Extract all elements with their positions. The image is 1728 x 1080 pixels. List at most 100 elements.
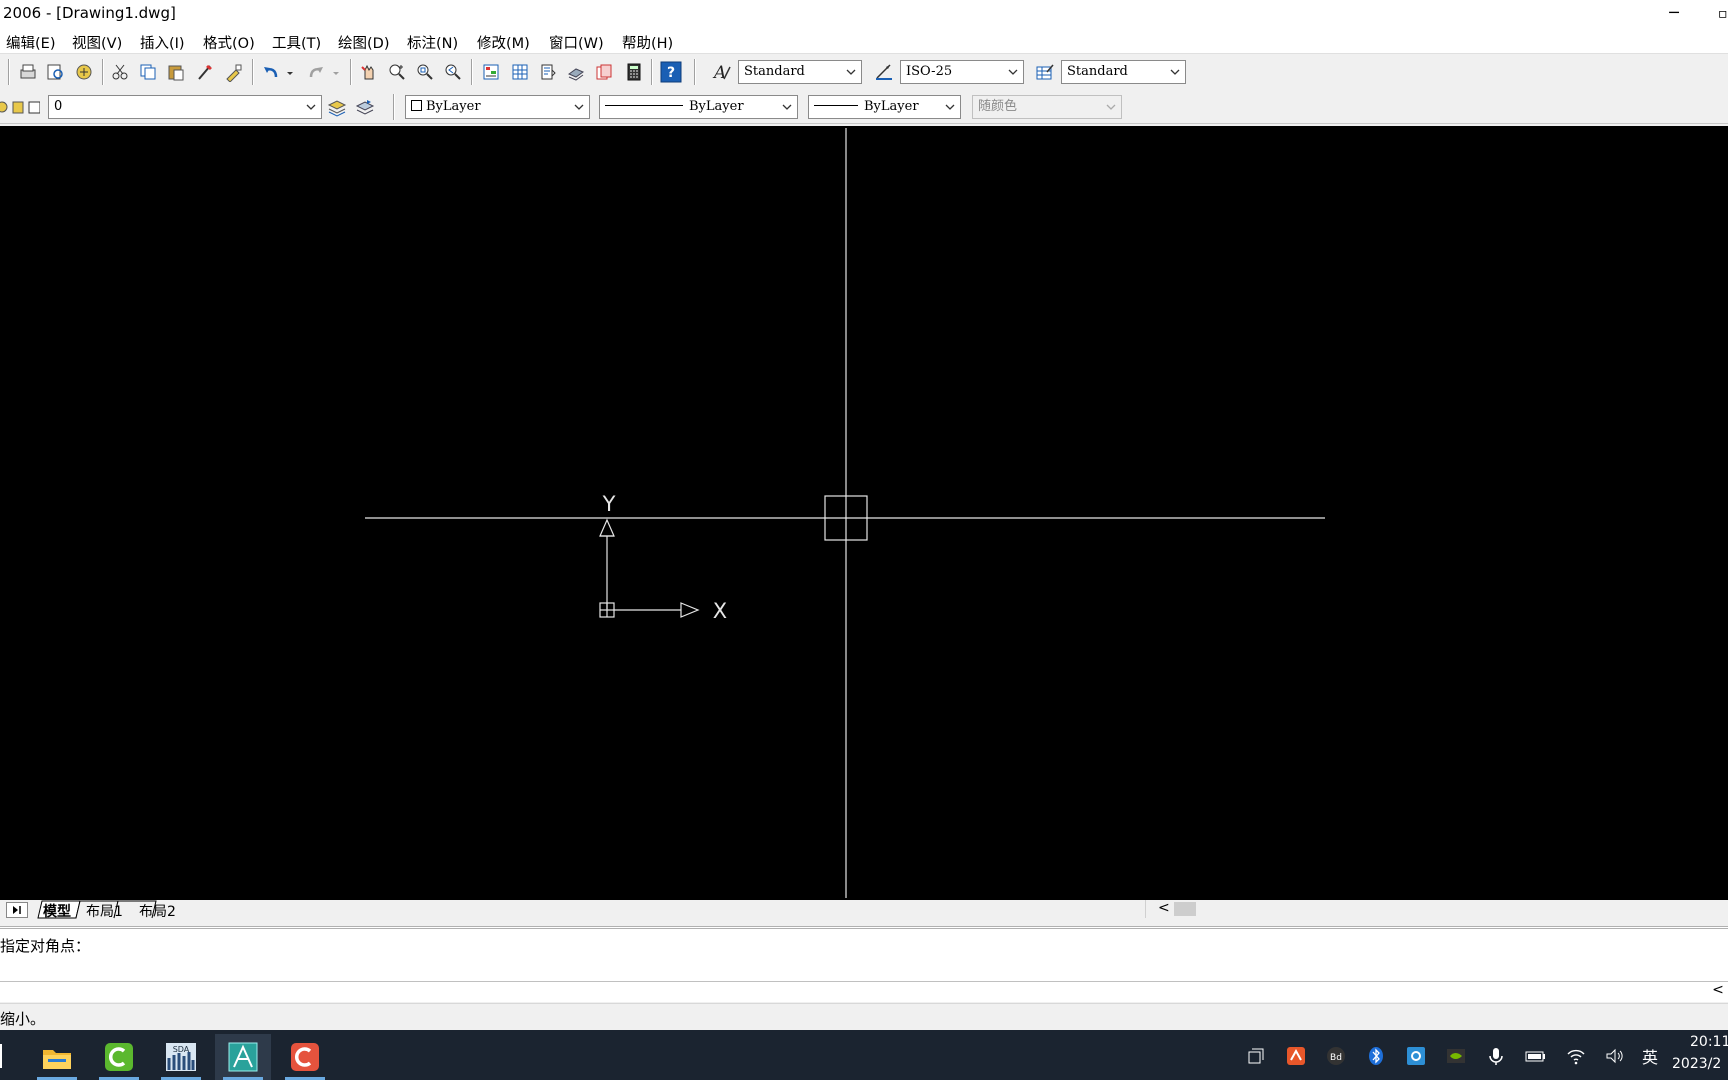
clock-time[interactable]: 20:11 (1690, 1034, 1728, 1050)
menu-window[interactable]: 窗口(W) (549, 32, 604, 53)
paste-icon[interactable] (164, 60, 188, 84)
plot-preview-icon[interactable] (43, 60, 67, 84)
microphone-icon[interactable] (1484, 1044, 1508, 1068)
plotstyle-value: 随颜色 (978, 99, 1018, 114)
color-swatch (411, 100, 422, 111)
zoom-window-icon[interactable] (413, 60, 437, 84)
drawing-canvas[interactable]: Y X (0, 126, 1728, 900)
markup-set-manager-icon[interactable] (592, 60, 616, 84)
tab-model[interactable]: 模型 (43, 901, 71, 921)
maximize-button[interactable]: ▫ (1718, 0, 1728, 28)
folder-icon (43, 1050, 71, 1069)
svg-text:A: A (712, 63, 726, 82)
lineweight-sample (814, 105, 858, 106)
minimize-button[interactable]: ─ (1656, 0, 1692, 28)
taskbar-camtasia-recorder[interactable] (277, 1034, 333, 1080)
text-style-icon[interactable]: A (710, 60, 734, 84)
menu-insert[interactable]: 插入(I) (140, 32, 185, 53)
table-style-combo[interactable]: Standard (1061, 60, 1186, 84)
input-method-indicator[interactable]: 英 (1638, 1044, 1662, 1068)
settings-app-icon[interactable] (1404, 1044, 1428, 1068)
calculator-icon[interactable] (622, 60, 646, 84)
copy-icon[interactable] (136, 60, 160, 84)
plot-icon[interactable] (16, 60, 40, 84)
tab-scroll-end-button[interactable] (6, 902, 28, 918)
nvidia-icon[interactable] (1444, 1044, 1468, 1068)
menu-view[interactable]: 视图(V) (72, 32, 122, 53)
text-style-value: Standard (744, 64, 805, 79)
status-line: 缩小。 (0, 1003, 1728, 1030)
tool-palettes-icon[interactable] (536, 60, 560, 84)
menu-edit[interactable]: 编辑(E) (6, 32, 55, 53)
toolbar-separator (252, 59, 254, 85)
dimension-style-value: ISO-25 (906, 64, 953, 79)
undo-dropdown-icon[interactable] (284, 60, 296, 84)
task-view-icon[interactable] (1244, 1044, 1268, 1068)
match-properties-icon[interactable] (193, 60, 217, 84)
menu-dimension[interactable]: 标注(N) (407, 32, 458, 53)
taskbar-file-explorer[interactable] (29, 1034, 85, 1080)
cut-icon[interactable] (108, 60, 132, 84)
standard-toolbar: ? A Standard ISO-25 Standard (0, 54, 1728, 90)
menu-draw[interactable]: 绘图(D) (338, 32, 389, 53)
svg-text:?: ? (667, 65, 675, 81)
wifi-icon[interactable] (1564, 1044, 1588, 1068)
make-object-layer-current-icon[interactable] (325, 95, 349, 119)
svg-text:SDA: SDA (173, 1045, 190, 1054)
color-value: ByLayer (426, 99, 481, 114)
linetype-combo[interactable]: ByLayer (599, 95, 798, 119)
toolbar-separator (102, 59, 104, 85)
properties-icon[interactable] (479, 60, 503, 84)
taskbar-autocad[interactable] (215, 1034, 271, 1080)
redo-dropdown-icon[interactable] (330, 60, 342, 84)
tab-layout2[interactable]: 布局2 (139, 901, 176, 921)
sheet-set-manager-icon[interactable] (564, 60, 588, 84)
block-editor-icon[interactable] (222, 60, 246, 84)
color-combo[interactable]: ByLayer (405, 95, 590, 119)
menu-tools[interactable]: 工具(T) (272, 32, 321, 53)
linetype-value: ByLayer (689, 99, 744, 114)
title-bar: 2006 - [Drawing1.dwg] ─ ▫ (0, 0, 1728, 30)
publish-icon[interactable] (72, 60, 96, 84)
help-icon[interactable]: ? (659, 60, 683, 84)
zoom-previous-icon[interactable] (441, 60, 465, 84)
scroll-thumb[interactable] (1174, 902, 1196, 916)
menu-help[interactable]: 帮助(H) (622, 32, 673, 53)
tab-layout1[interactable]: 布局1 (86, 901, 123, 921)
menu-modify[interactable]: 修改(M) (477, 32, 530, 53)
menu-format[interactable]: 格式(O) (203, 32, 255, 53)
chevron-down-icon (1170, 69, 1180, 75)
taskbar: SDA Bd 英 20:11 2023/2 (0, 1030, 1728, 1080)
text-style-combo[interactable]: Standard (738, 60, 862, 84)
horizontal-scrollbar[interactable]: < (1145, 900, 1728, 918)
status-message: 缩小。 (0, 1010, 46, 1028)
layer-state-icon (0, 95, 40, 119)
design-center-icon[interactable] (508, 60, 532, 84)
command-scroll-button[interactable]: < (1708, 982, 1728, 1002)
start-edge-icon[interactable] (0, 1044, 4, 1068)
dimension-style-icon[interactable] (872, 60, 896, 84)
dimension-style-combo[interactable]: ISO-25 (900, 60, 1024, 84)
table-style-icon[interactable] (1033, 60, 1057, 84)
pan-realtime-icon[interactable] (357, 60, 381, 84)
last-tab-icon (13, 906, 21, 914)
battery-icon[interactable] (1524, 1044, 1548, 1068)
ucs-x-label: X (713, 599, 727, 623)
canvas-graphics: Y X (365, 128, 1325, 898)
bluetooth-icon[interactable] (1364, 1044, 1388, 1068)
bd-app-icon[interactable]: Bd (1324, 1044, 1348, 1068)
layer-previous-icon[interactable] (353, 95, 377, 119)
ucs-y-label: Y (602, 492, 616, 516)
taskbar-sda-app[interactable]: SDA (153, 1034, 209, 1080)
lineweight-combo[interactable]: ByLayer (808, 95, 961, 119)
layer-combo[interactable]: 0 (48, 95, 322, 119)
undo-icon[interactable] (259, 60, 283, 84)
taskbar-camtasia[interactable] (91, 1034, 147, 1080)
chevron-down-icon (846, 69, 856, 75)
zoom-realtime-icon[interactable] (385, 60, 409, 84)
scroll-left-arrow[interactable]: < (1158, 900, 1170, 916)
clock-date[interactable]: 2023/2 (1672, 1056, 1721, 1072)
redo-icon[interactable] (304, 60, 328, 84)
wps-icon[interactable] (1284, 1044, 1308, 1068)
volume-icon[interactable] (1602, 1044, 1626, 1068)
